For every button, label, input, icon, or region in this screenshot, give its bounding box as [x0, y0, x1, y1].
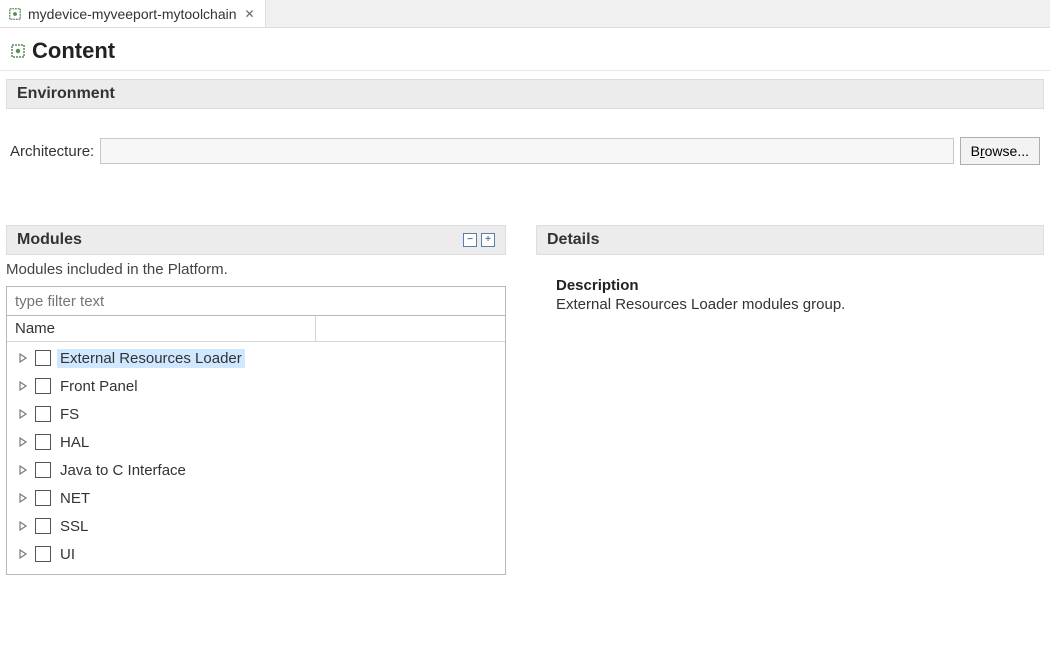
expand-all-icon[interactable]: +	[481, 233, 495, 247]
module-tree-row[interactable]: HAL	[7, 428, 505, 456]
chevron-right-icon[interactable]	[17, 548, 29, 560]
browse-button[interactable]: Browse...	[960, 137, 1040, 165]
modules-tree: Name External Resources Loader Front Pane…	[6, 316, 506, 575]
module-label: NET	[57, 489, 93, 508]
module-checkbox[interactable]	[35, 518, 51, 534]
module-checkbox[interactable]	[35, 490, 51, 506]
collapse-all-icon[interactable]: −	[463, 233, 477, 247]
module-checkbox[interactable]	[35, 434, 51, 450]
close-icon[interactable]: ✕	[243, 7, 257, 21]
module-checkbox[interactable]	[35, 462, 51, 478]
module-tree-row[interactable]: SSL	[7, 512, 505, 540]
module-tree-row[interactable]: Front Panel	[7, 372, 505, 400]
module-label: FS	[57, 405, 82, 424]
module-label: SSL	[57, 517, 91, 536]
chevron-right-icon[interactable]	[17, 408, 29, 420]
module-tree-row[interactable]: NET	[7, 484, 505, 512]
module-checkbox[interactable]	[35, 350, 51, 366]
chevron-right-icon[interactable]	[17, 464, 29, 476]
module-tree-row[interactable]: UI	[7, 540, 505, 568]
environment-section-header: Environment	[6, 79, 1044, 109]
module-checkbox[interactable]	[35, 378, 51, 394]
editor-tab-bar: mydevice-myveeport-mytoolchain ✕	[0, 0, 1050, 28]
module-checkbox[interactable]	[35, 406, 51, 422]
architecture-label: Architecture:	[10, 143, 94, 160]
environment-body: Architecture: Browse...	[6, 109, 1044, 175]
modules-section-header: Modules − +	[6, 225, 506, 255]
chevron-right-icon[interactable]	[17, 520, 29, 532]
editor-tab[interactable]: mydevice-myveeport-mytoolchain ✕	[0, 0, 266, 27]
modules-tree-body: External Resources Loader Front Panel FS HA…	[7, 342, 505, 574]
module-label: UI	[57, 545, 78, 564]
chevron-right-icon[interactable]	[17, 352, 29, 364]
details-section: Details Description External Resources L…	[536, 225, 1044, 575]
page-title-row: Content	[0, 28, 1050, 71]
module-tree-row[interactable]: Java to C Interface	[7, 456, 505, 484]
platform-file-icon	[8, 7, 22, 21]
module-label: External Resources Loader	[57, 349, 245, 368]
module-tree-row[interactable]: FS	[7, 400, 505, 428]
modules-description: Modules included in the Platform.	[6, 255, 506, 286]
chevron-right-icon[interactable]	[17, 380, 29, 392]
modules-column-name[interactable]: Name	[15, 320, 315, 337]
architecture-input[interactable]	[100, 138, 953, 164]
module-checkbox[interactable]	[35, 546, 51, 562]
environment-header-label: Environment	[17, 85, 115, 103]
details-description-label: Description	[556, 277, 1044, 294]
modules-section: Modules − + Modules included in the Plat…	[6, 225, 506, 575]
modules-header-label: Modules	[17, 231, 82, 249]
environment-section: Environment Architecture: Browse...	[6, 79, 1044, 175]
modules-tree-header: Name	[7, 316, 505, 342]
module-label: Front Panel	[57, 377, 141, 396]
column-separator[interactable]	[315, 316, 316, 341]
chevron-right-icon[interactable]	[17, 436, 29, 448]
page-title: Content	[32, 38, 115, 64]
details-description-text: External Resources Loader modules group.	[556, 296, 1044, 313]
details-section-header: Details	[536, 225, 1044, 255]
module-tree-row[interactable]: External Resources Loader	[7, 344, 505, 372]
details-header-label: Details	[547, 231, 599, 249]
modules-filter-input[interactable]	[6, 286, 506, 316]
editor-tab-title: mydevice-myveeport-mytoolchain	[28, 6, 237, 22]
module-label: HAL	[57, 433, 92, 452]
chevron-right-icon[interactable]	[17, 492, 29, 504]
module-label: Java to C Interface	[57, 461, 189, 480]
content-file-icon	[10, 43, 26, 59]
